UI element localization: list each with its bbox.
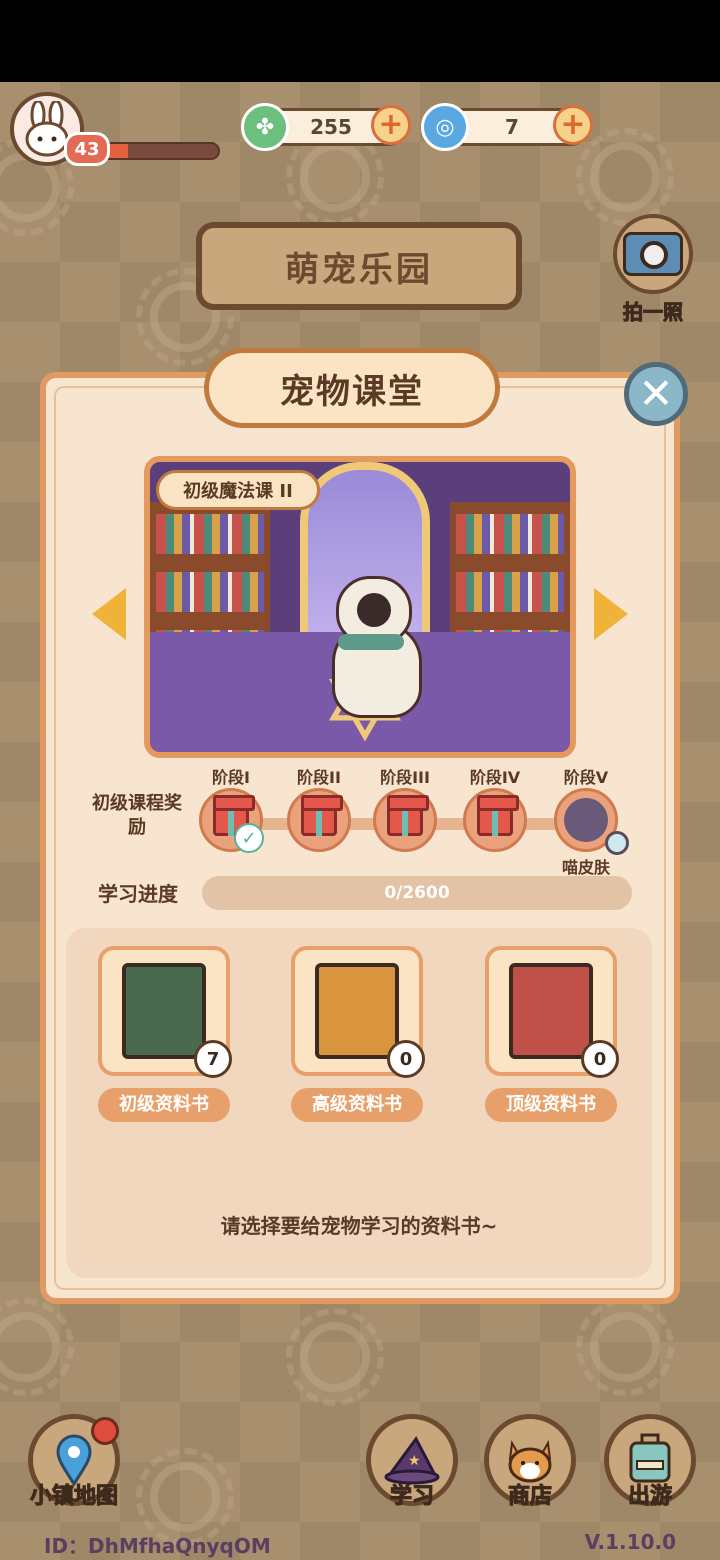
basic-book-icon: [122, 963, 206, 1059]
town-map-button[interactable]: 小镇地图: [24, 1414, 124, 1510]
stage-5[interactable]: 阶段V 喵皮肤: [546, 764, 629, 878]
sun-decoration: [0, 1298, 74, 1396]
book-label: 初级资料书: [98, 1088, 230, 1122]
check-icon: ✓: [234, 823, 264, 853]
book-label: 高级资料书: [291, 1088, 423, 1122]
travel-button[interactable]: 出游: [600, 1414, 700, 1510]
book-count: 7: [194, 1040, 232, 1078]
park-title-plaque: 萌宠乐园: [196, 222, 522, 310]
add-swirl-button[interactable]: +: [553, 105, 593, 145]
status-bar: [0, 0, 720, 82]
gift-icon: [301, 795, 343, 836]
book-frame[interactable]: 0: [485, 946, 619, 1078]
shop-label: 商店: [507, 1484, 552, 1510]
study-label: 学习: [389, 1484, 434, 1510]
player-level-badge: 43: [64, 132, 110, 166]
stage-2[interactable]: 阶段II: [279, 764, 359, 852]
sun-decoration: [576, 128, 674, 226]
close-icon: ✕: [638, 369, 674, 418]
stage-5-name: 阶段V: [563, 768, 609, 787]
advanced-book-icon: [315, 963, 399, 1059]
next-course-arrow[interactable]: [594, 588, 628, 640]
siamese-cat-pet: [326, 572, 422, 718]
camera-label: 拍一照: [623, 300, 684, 325]
stage-1[interactable]: 阶段I ✓: [191, 764, 271, 853]
stage-4-reward[interactable]: [463, 788, 527, 852]
progress-label: 学习进度: [98, 882, 178, 906]
book-frame[interactable]: 0: [291, 946, 425, 1078]
close-button[interactable]: ✕: [624, 362, 688, 426]
magnifier-icon[interactable]: [605, 831, 629, 855]
panel-title: 宠物课堂: [280, 371, 424, 412]
stage-2-reward[interactable]: [287, 788, 351, 852]
stage-5-reward[interactable]: [554, 788, 629, 855]
stage-1-name: 阶段I: [212, 768, 250, 787]
book-card-advanced[interactable]: 0 高级资料书: [291, 946, 425, 1122]
stage-4[interactable]: 阶段IV: [455, 764, 535, 852]
top-book-icon: [509, 963, 593, 1059]
svg-text:★: ★: [408, 1453, 421, 1469]
travel-label: 出游: [627, 1484, 672, 1510]
swirl-icon: ◎: [421, 103, 469, 151]
course-name-tag: 初级魔法课 II: [156, 470, 320, 510]
prev-course-arrow[interactable]: [92, 588, 126, 640]
study-button[interactable]: ★ 学习: [362, 1414, 462, 1510]
clover-icon: ✤: [241, 103, 289, 151]
stage-3-reward[interactable]: [373, 788, 437, 852]
wizard-cat-skin-icon: [564, 798, 608, 842]
sun-decoration: [576, 1298, 674, 1396]
progress-text: 0/2600: [384, 883, 450, 903]
swirl-currency: ◎ 7 +: [421, 103, 593, 151]
stage-1-reward[interactable]: ✓: [199, 788, 264, 853]
select-book-hint: 请选择要给宠物学习的资料书~: [220, 1214, 498, 1238]
book-count: 0: [387, 1040, 425, 1078]
book-frame[interactable]: 7: [98, 946, 232, 1078]
shop-button[interactable]: 商店: [480, 1414, 580, 1510]
stage-2-name: 阶段II: [297, 768, 341, 787]
book-label: 顶级资料书: [485, 1088, 617, 1122]
camera-button[interactable]: 拍一照: [606, 214, 700, 325]
stage-4-name: 阶段IV: [469, 768, 521, 787]
gift-icon: [477, 795, 519, 836]
book-card-basic[interactable]: 7 初级资料书: [98, 946, 232, 1122]
camera-icon: [613, 214, 693, 294]
leaf-currency-value: 255: [310, 115, 352, 139]
stage-3-name: 阶段III: [380, 768, 430, 787]
town-map-label: 小镇地图: [29, 1484, 118, 1510]
book-count: 0: [581, 1040, 619, 1078]
sun-decoration: [136, 1448, 234, 1546]
stage-3[interactable]: 阶段III: [365, 764, 445, 852]
swirl-currency-value: 7: [505, 115, 519, 139]
notification-dot: [91, 1417, 119, 1445]
xp-bar: [96, 142, 220, 160]
app-version: V.1.10.0: [584, 1530, 676, 1554]
reward-label: 初级课程奖励: [92, 793, 182, 838]
leaf-currency: ✤ 255 +: [241, 103, 411, 151]
study-progress-bar: 0/2600: [202, 876, 632, 910]
sun-decoration: [286, 128, 384, 226]
book-card-top[interactable]: 0 顶级资料书: [485, 946, 619, 1122]
gift-icon: [387, 795, 429, 836]
stage-5-sublabel: 喵皮肤: [561, 858, 610, 877]
player-id: ID：DhMfhaQnyqOM: [44, 1534, 271, 1558]
park-title: 萌宠乐园: [285, 249, 433, 290]
sun-decoration: [286, 1308, 384, 1406]
panel-title-ribbon: 宠物课堂: [204, 348, 500, 428]
add-leaf-button[interactable]: +: [371, 105, 411, 145]
